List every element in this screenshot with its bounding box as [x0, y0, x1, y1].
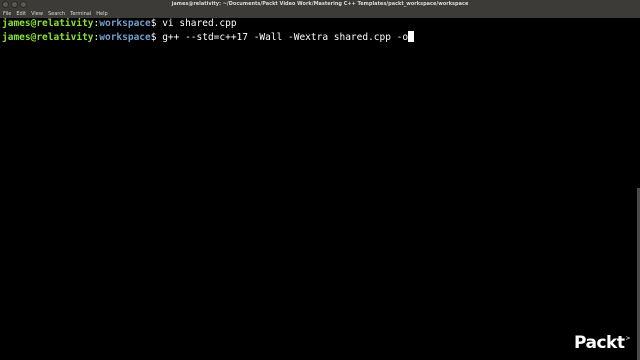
menu-help[interactable]: Help	[96, 11, 107, 17]
terminal-line: james@relativity:workspace$ g++ --std=c+…	[2, 31, 415, 44]
prompt-user-host: james@relativity	[2, 18, 94, 29]
terminal-command-input[interactable]: g++ --std=c++17 -Wall -Wextra shared.cpp…	[162, 32, 408, 43]
menu-view[interactable]: View	[31, 11, 43, 17]
menu-terminal[interactable]: Terminal	[70, 11, 91, 17]
menu-bar: File Edit View Search Terminal Help	[0, 10, 640, 18]
menu-search[interactable]: Search	[48, 11, 65, 17]
prompt-symbol: $	[150, 32, 163, 43]
terminal-command: vi shared.cpp	[162, 18, 237, 29]
terminal-area[interactable]: james@relativity:workspace$ vi shared.cp…	[0, 18, 640, 360]
logo-text: Packt	[574, 333, 625, 353]
window-titlebar: james@relativity: ~/Documents/Packt Vide…	[0, 0, 640, 10]
packt-logo: Packt >	[574, 333, 631, 353]
logo-mark: >	[625, 335, 631, 342]
prompt-symbol: $	[150, 18, 163, 29]
prompt-user-host: james@relativity	[2, 32, 94, 43]
terminal-line: james@relativity:workspace$ vi shared.cp…	[2, 18, 237, 30]
window-title: james@relativity: ~/Documents/Packt Vide…	[171, 1, 469, 7]
menu-file[interactable]: File	[3, 11, 11, 17]
prompt-path: workspace	[99, 32, 151, 43]
text-cursor	[408, 31, 415, 42]
menu-edit[interactable]: Edit	[16, 11, 26, 17]
prompt-path: workspace	[99, 18, 151, 29]
